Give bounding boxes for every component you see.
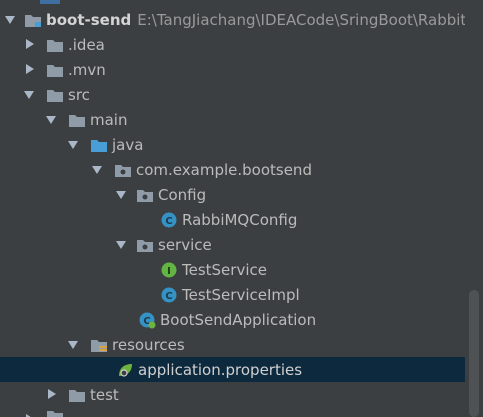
tree-row-root[interactable]: boot-send E:\TangJiachang\IDEACode\Sring… <box>0 7 483 32</box>
tree-row-boot-app[interactable]: C BootSendApplication <box>0 307 483 332</box>
java-label: java <box>112 135 144 154</box>
chevron-down-icon[interactable] <box>116 191 126 199</box>
module-badge-icon <box>40 0 60 4</box>
tree-row-test[interactable]: test <box>0 382 483 407</box>
idea-label: .idea <box>68 35 105 54</box>
folder-icon <box>46 36 64 54</box>
tree-row-rabbit-config[interactable]: C RabbiMQConfig <box>0 207 483 232</box>
source-folder-icon <box>90 136 108 154</box>
test-service-label: TestService <box>182 260 267 279</box>
package-icon <box>136 236 154 254</box>
tree-row-java[interactable]: java <box>0 132 483 157</box>
service-label: service <box>158 235 212 254</box>
folder-icon <box>46 61 64 79</box>
tree-row-src[interactable]: src <box>0 82 483 107</box>
folder-icon <box>68 111 86 129</box>
test-label: test <box>90 385 119 404</box>
tree-row-test-service-impl[interactable]: C TestServiceImpl <box>0 282 483 307</box>
boot-app-label: BootSendApplication <box>160 310 317 329</box>
chevron-down-icon[interactable] <box>5 16 15 24</box>
rabbit-config-label: RabbiMQConfig <box>182 210 298 229</box>
root-path: E:\TangJiachang\IDEACode\SringBoot\Rabbi… <box>137 10 480 29</box>
module-folder-icon <box>24 11 42 29</box>
chevron-down-icon[interactable] <box>46 116 56 124</box>
chevron-right-icon[interactable] <box>48 389 56 399</box>
tree-row-service[interactable]: service <box>0 232 483 257</box>
spring-properties-icon <box>116 361 134 379</box>
class-icon: C <box>160 286 178 304</box>
main-label: main <box>90 110 128 129</box>
tree-row-idea[interactable]: .idea <box>0 32 483 57</box>
resources-label: resources <box>112 335 185 354</box>
class-icon: C <box>160 211 178 229</box>
tree-row-resources[interactable]: resources <box>0 332 483 357</box>
mvn-label: .mvn <box>68 60 106 79</box>
svg-text:C: C <box>165 216 172 227</box>
app-props-label: application.properties <box>138 360 303 379</box>
spring-boot-class-icon: C <box>138 311 156 329</box>
tree-row-test-service[interactable]: I TestService <box>0 257 483 282</box>
scrollbar-thumb[interactable] <box>469 290 479 417</box>
vertical-scrollbar[interactable] <box>465 0 483 417</box>
chevron-down-icon[interactable] <box>24 91 34 99</box>
folder-icon <box>68 386 86 404</box>
package-label: com.example.bootsend <box>136 160 312 179</box>
chevron-down-icon[interactable] <box>68 141 78 149</box>
package-icon <box>136 186 154 204</box>
svg-text:C: C <box>165 291 172 302</box>
chevron-down-icon[interactable] <box>92 166 102 174</box>
tree-row-partial[interactable] <box>0 407 483 417</box>
chevron-down-icon[interactable] <box>68 341 78 349</box>
root-label: boot-send <box>46 10 132 29</box>
tree-row-package[interactable]: com.example.bootsend <box>0 157 483 182</box>
svg-text:I: I <box>167 266 171 277</box>
test-service-impl-label: TestServiceImpl <box>182 285 300 304</box>
project-tree: boot-send E:\TangJiachang\IDEACode\Sring… <box>0 0 483 417</box>
src-label: src <box>68 85 90 104</box>
folder-icon <box>46 407 64 417</box>
resources-folder-icon <box>90 336 108 354</box>
tree-row-main[interactable]: main <box>0 107 483 132</box>
chevron-right-icon[interactable] <box>26 39 34 49</box>
tree-row-config[interactable]: Config <box>0 182 483 207</box>
folder-icon <box>46 86 64 104</box>
tree-row-mvn[interactable]: .mvn <box>0 57 483 82</box>
interface-icon: I <box>160 261 178 279</box>
tree-row-app-props[interactable]: application.properties <box>0 357 483 382</box>
config-label: Config <box>158 185 207 204</box>
chevron-down-icon[interactable] <box>116 241 126 249</box>
chevron-right-icon[interactable] <box>26 64 34 74</box>
package-icon <box>114 161 132 179</box>
